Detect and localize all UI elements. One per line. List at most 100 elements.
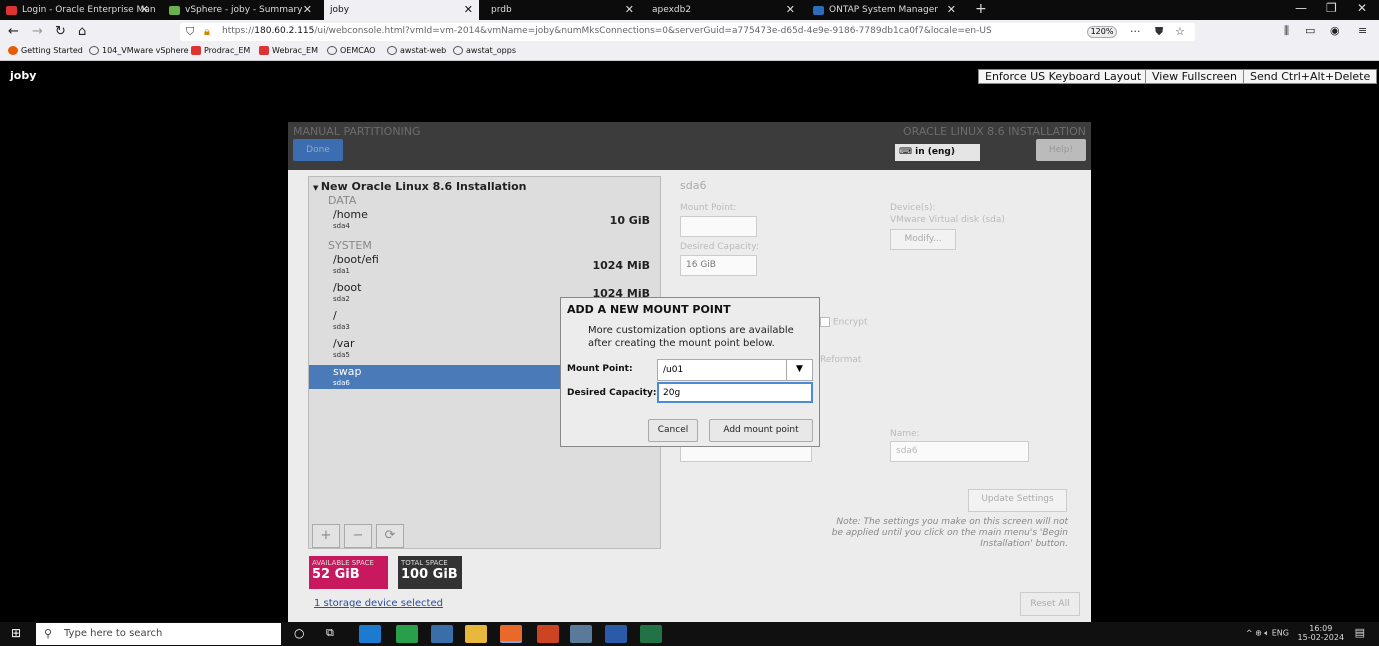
bookmark-vsphere[interactable]: 104_VMware vSphere (89, 46, 189, 55)
vm-name: joby (10, 69, 37, 82)
bookmark-oemcao[interactable]: OEMCAO (327, 46, 375, 55)
desired-capacity-input-wrap[interactable] (657, 382, 813, 403)
add-mount-button[interactable]: + (312, 524, 340, 548)
tab-joby[interactable]: joby ✕ (324, 0, 479, 20)
partition-heading: sda6 (680, 179, 707, 192)
send-ctrl-alt-delete-button[interactable]: Send Ctrl+Alt+Delete (1243, 69, 1378, 84)
reset-all-button[interactable]: Reset All (1020, 592, 1080, 616)
mount-point-field[interactable] (680, 216, 757, 237)
mount-row[interactable]: /boot/efi sda1 1024 MiB (309, 253, 660, 279)
library-icon[interactable]: ⫼ (1284, 24, 1289, 38)
mount-point-combo[interactable]: ▼ (657, 359, 813, 381)
language-indicator[interactable]: ENG (1272, 629, 1289, 638)
add-mount-point-button[interactable]: Add mount point (709, 419, 813, 442)
firefox-icon[interactable] (500, 625, 522, 643)
excel-icon[interactable] (640, 625, 662, 643)
reformat-checkbox[interactable]: Reformat (820, 355, 861, 365)
close-icon[interactable]: ✕ (947, 3, 956, 16)
url-text[interactable]: https://180.60.2.115/ui/webconsole.html?… (222, 26, 992, 36)
zoom-level[interactable]: 120% (1087, 26, 1117, 38)
tab-ontap[interactable]: ONTAP System Manager ✕ (807, 0, 962, 20)
bookmark-getting-started[interactable]: Getting Started (8, 46, 83, 55)
remote-desktop-icon[interactable] (431, 625, 453, 643)
collapse-icon[interactable]: ▼ (313, 184, 321, 192)
close-icon[interactable]: ✕ (786, 3, 795, 16)
lock-warning-icon[interactable]: 🔒︎ (204, 25, 210, 39)
forward-icon[interactable]: → (32, 24, 43, 39)
close-icon[interactable]: ✕ (140, 3, 149, 16)
back-icon[interactable]: ← (8, 24, 19, 39)
volume-icon[interactable]: 🔈︎ (1264, 629, 1269, 638)
globe-icon (387, 46, 397, 55)
tab-apexdb2[interactable]: apexdb2 ✕ (646, 0, 801, 20)
shield-icon[interactable]: ⛉ (186, 25, 194, 39)
view-fullscreen-button[interactable]: View Fullscreen (1145, 69, 1244, 84)
help-button[interactable]: Help! (1036, 139, 1086, 161)
minimize-icon[interactable]: — (1295, 1, 1307, 15)
browser-tab-bar: Login - Oracle Enterprise Mana ✕ vSphere … (0, 0, 1379, 20)
enforce-keyboard-button[interactable]: Enforce US Keyboard Layout (978, 69, 1149, 84)
update-settings-button[interactable]: Update Settings (968, 489, 1067, 512)
edge-icon[interactable] (359, 625, 381, 643)
checkbox-icon (820, 317, 830, 327)
device-value: VMware Virtual disk (sda) (890, 215, 1005, 225)
cancel-button[interactable]: Cancel (648, 419, 698, 442)
home-icon[interactable]: ⌂ (78, 24, 86, 39)
clock[interactable]: 16:09 15-02-2024 (1298, 624, 1345, 642)
restore-icon[interactable]: ❐ (1326, 1, 1337, 15)
storage-device-link[interactable]: 1 storage device selected (314, 598, 443, 609)
desired-capacity-field[interactable]: 16 GiB (680, 255, 757, 276)
snipping-icon[interactable] (570, 625, 592, 643)
windows-start-icon[interactable]: ⊞ (11, 626, 21, 640)
more-icon[interactable]: ··· (1130, 25, 1141, 38)
close-icon[interactable]: ✕ (625, 3, 634, 16)
bookmark-awstat-web[interactable]: awstat-web (387, 46, 446, 55)
reload-icon[interactable]: ↻ (55, 24, 66, 39)
tab-prdb[interactable]: prdb ✕ (485, 0, 640, 20)
name-field[interactable]: sda6 (890, 441, 1029, 462)
modify-button[interactable]: Modify... (890, 229, 956, 250)
url-bar[interactable]: ⛉ 🔒︎ https://180.60.2.115/ui/webconsole.… (180, 23, 1195, 41)
taskbar-search[interactable]: ⚲ Type here to search (36, 623, 281, 645)
cortana-icon[interactable]: ○ (294, 626, 304, 640)
oracle-icon (259, 46, 269, 55)
network-app-icon[interactable] (396, 625, 418, 643)
word-icon[interactable] (605, 625, 627, 643)
window-close-icon[interactable]: ✕ (1357, 1, 1367, 15)
bookmark-awstat-opps[interactable]: awstat_opps (453, 46, 516, 55)
tab-vsphere[interactable]: vSphere - joby - Summary ✕ (163, 0, 318, 20)
group-system: SYSTEM (328, 239, 372, 252)
installation-tree-title[interactable]: ▼ New Oracle Linux 8.6 Installation (313, 180, 526, 193)
menu-icon[interactable]: ≡ (1358, 24, 1367, 37)
oracle-icon (191, 46, 201, 55)
pocket-icon[interactable]: ⛊ (1155, 25, 1163, 39)
file-explorer-icon[interactable] (465, 625, 487, 643)
task-view-icon[interactable]: ⧉ (326, 626, 334, 640)
notification-icon[interactable]: ▤ (1355, 626, 1365, 639)
done-button[interactable]: Done (293, 139, 343, 161)
network-icon[interactable]: ⊕ (1255, 629, 1262, 638)
new-tab-icon[interactable]: + (975, 0, 987, 18)
keyboard-icon: ⌨ (899, 147, 916, 157)
bookmark-webrac[interactable]: Webrac_EM (259, 46, 318, 55)
page-title: MANUAL PARTITIONING (293, 125, 421, 138)
mount-row[interactable]: /home sda4 10 GiB (309, 208, 660, 234)
bookmark-prodrac[interactable]: Prodrac_EM (191, 46, 250, 55)
star-icon[interactable]: ☆ (1175, 25, 1185, 38)
account-icon[interactable]: ◉ (1330, 24, 1340, 37)
tab-oracle-em[interactable]: Login - Oracle Enterprise Mana ✕ (0, 0, 155, 20)
desired-capacity-input[interactable] (659, 384, 809, 401)
mount-point-input[interactable] (658, 360, 786, 380)
add-mount-point-dialog: ADD A NEW MOUNT POINT More customization… (560, 297, 820, 447)
encrypt-checkbox[interactable]: Encrypt (820, 317, 867, 328)
close-icon[interactable]: ✕ (464, 3, 473, 16)
close-icon[interactable]: ✕ (303, 3, 312, 16)
remove-mount-button[interactable]: − (344, 524, 372, 548)
refresh-button[interactable]: ⟳ (376, 524, 404, 548)
keyboard-layout[interactable]: ⌨ in (eng) (895, 144, 980, 161)
app-icon[interactable] (537, 625, 559, 643)
sidebar-icon[interactable]: ▭ (1305, 24, 1315, 37)
tray-chevron-icon[interactable]: ^ (1246, 629, 1253, 638)
search-icon: ⚲ (44, 627, 53, 640)
chevron-down-icon[interactable]: ▼ (786, 360, 812, 380)
